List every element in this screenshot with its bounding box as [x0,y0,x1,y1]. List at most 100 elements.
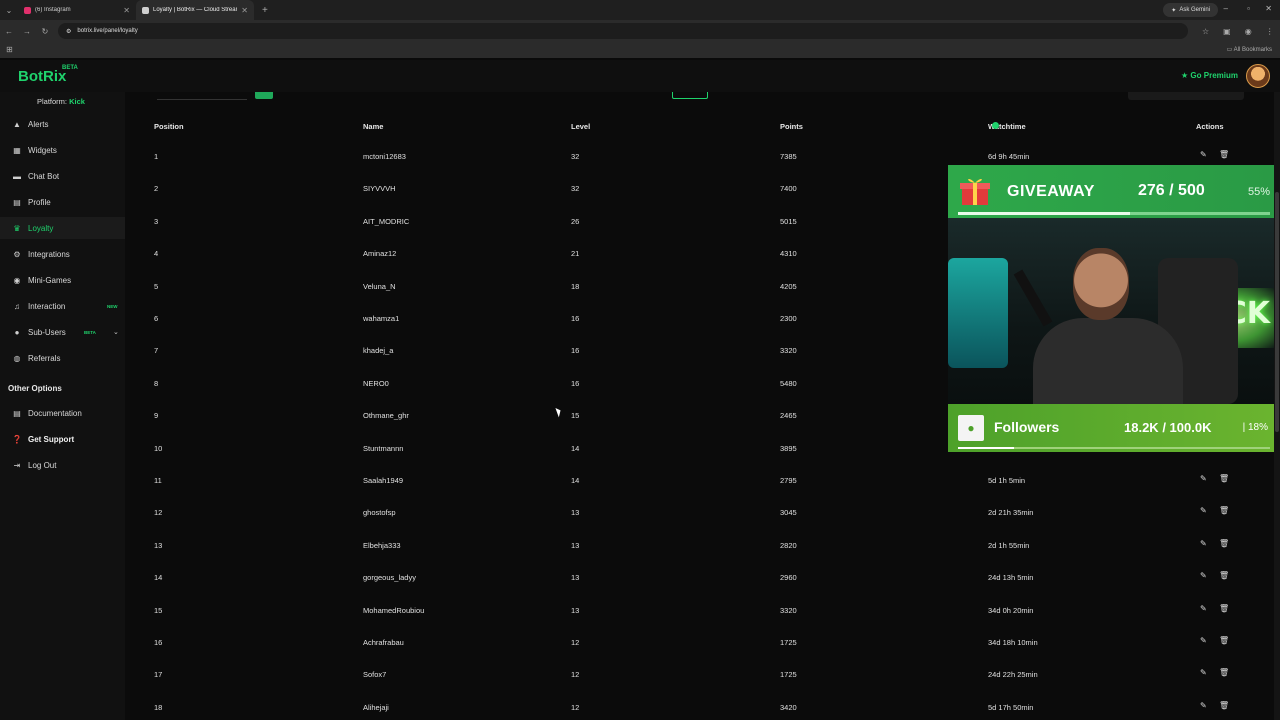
profile-icon[interactable]: ◉ [1245,27,1252,36]
new-tab-icon[interactable]: + [262,5,268,16]
neon-light [948,258,1008,368]
search-button[interactable] [255,92,273,99]
cell-level: 12 [571,638,580,647]
app-header: BotRix BETA ★ Go Premium [0,60,1280,92]
close-tab-icon[interactable]: ✕ [123,6,130,15]
sidebar-item-integrations[interactable]: ⚙ Integrations [0,243,125,265]
sidebar-item-label: Sub-Users [28,327,66,337]
address-bar[interactable]: ⚙ botrix.live/panel/loyalty [58,23,1188,39]
cell-name: Veluna_N [363,281,396,291]
sidebar-item-label: Chat Bot [28,171,60,181]
cell-name: Elbehja333 [363,540,401,550]
delete-icon[interactable]: 🗑 [1219,150,1229,159]
delete-icon[interactable]: 🗑 [1219,701,1229,710]
cell-name: Alihejaji [363,702,389,712]
forward-icon[interactable]: → [18,27,36,36]
edit-icon[interactable]: ✎ [1200,506,1207,515]
instagram-favicon-icon [24,6,31,14]
reload-icon[interactable]: ↻ [36,27,54,36]
cell-points: 5480 [780,378,797,388]
browser-tab-instagram[interactable]: (6) Instagram ✕ [18,0,136,20]
sidebar-item-sub-users[interactable]: ● Sub-Users BETA ⌄ [0,321,125,343]
edit-icon[interactable]: ✎ [1200,571,1207,580]
document-icon: ▤ [13,408,21,418]
table-row: 13 Elbehja333 13 2820 2d 1h 55min ✎ 🗑 [125,529,1280,561]
sidebar-item-chat-bot[interactable]: ▬ Chat Bot [0,165,125,187]
sidebar-item-label: Referrals [28,353,61,363]
browser-tab-loyalty[interactable]: Loyalty | BotRix — Cloud Stream ✕ [136,0,254,20]
cell-position: 3 [154,216,159,226]
giveaway-progress-bar [958,212,1270,215]
menu-icon[interactable]: ⋮ [1266,27,1274,36]
site-info-icon[interactable]: ⚙ [66,28,71,35]
bookmarks-bar: ⊞ ▭ All Bookmarks [0,42,1280,58]
sidebar-item-log-out[interactable]: ⇥ Log Out [0,454,125,476]
cell-points: 7385 [780,152,797,161]
edit-icon[interactable]: ✎ [1200,636,1207,645]
sidebar-item-loyalty[interactable]: ♛ Loyalty [0,217,125,239]
cell-level: 12 [571,670,580,680]
header-name[interactable]: Name [363,122,383,131]
cell-points: 5015 [780,216,797,226]
search-input[interactable] [157,92,247,100]
sidebar-item-get-support[interactable]: ❓ Get Support [0,428,125,450]
cell-position: 4 [154,249,159,259]
followers-title: Followers [994,419,1060,435]
scrollbar-thumb[interactable] [1275,192,1279,432]
configure-button[interactable] [1128,92,1244,100]
all-bookmarks-link[interactable]: ▭ All Bookmarks [1227,46,1272,53]
cell-points: 2820 [780,540,797,550]
edit-icon[interactable]: ✎ [1200,604,1207,613]
delete-icon[interactable]: 🗑 [1219,539,1229,548]
header-points[interactable]: Points [780,122,803,131]
cell-points: 2300 [780,314,797,323]
botrix-logo[interactable]: BotRix BETA [18,65,78,85]
delete-icon[interactable]: 🗑 [1219,636,1229,645]
sidebar-item-interaction[interactable]: ♫ Interaction NEW [0,295,125,317]
back-icon[interactable]: ← [0,27,18,36]
restore-icon[interactable]: ▫ [1247,4,1250,13]
sidebar-item-mini-games[interactable]: ◉ Mini-Games [0,269,125,291]
edit-icon[interactable]: ✎ [1200,474,1207,483]
minimize-icon[interactable]: – [1224,4,1228,13]
grid-icon: ▦ [13,145,21,155]
go-premium-button[interactable]: ★ Go Premium [1181,71,1238,80]
table-row: 17 Sofox7 12 1725 24d 22h 25min ✎ 🗑 [125,658,1280,690]
cell-points: 2465 [780,411,797,421]
close-tab-icon[interactable]: ✕ [241,6,248,15]
sidebar-item-label: Mini-Games [28,275,72,285]
cell-position: 1 [154,152,159,161]
edit-icon[interactable]: ✎ [1200,539,1207,548]
ask-gemini-button[interactable]: ✦ Ask Gemini [1163,3,1218,17]
sidebar-item-documentation[interactable]: ▤ Documentation [0,402,125,424]
bookmark-star-icon[interactable]: ☆ [1202,27,1209,36]
beta-label: BETA [62,65,78,71]
edit-icon[interactable]: ✎ [1200,701,1207,710]
header-level[interactable]: Level [571,122,590,131]
chevron-down-icon[interactable]: ⌄ [113,328,119,336]
apps-icon[interactable]: ⊞ [6,45,13,54]
sidebar-item-referrals[interactable]: ◍ Referrals [0,347,125,369]
header-position[interactable]: Position [154,122,184,131]
edit-icon[interactable]: ✎ [1200,150,1207,159]
sidebar-item-alerts[interactable]: ▲ Alerts [0,113,125,135]
table-row: 12 ghostofsp 13 3045 2d 21h 35min ✎ 🗑 [125,496,1280,528]
delete-icon[interactable]: 🗑 [1219,506,1229,515]
tab-search-icon[interactable]: ⌄ [0,6,18,15]
info-icon[interactable] [992,122,999,129]
close-window-icon[interactable]: ✕ [1265,4,1272,13]
show-count-select[interactable] [670,92,708,99]
giveaway-target: 500 [1178,182,1205,199]
sidebar-item-profile[interactable]: ▤ Profile [0,191,125,213]
sidebar-item-widgets[interactable]: ▦ Widgets [0,139,125,161]
page-scrollbar[interactable] [1274,92,1280,720]
delete-icon[interactable]: 🗑 [1219,474,1229,483]
edit-icon[interactable]: ✎ [1200,668,1207,677]
delete-icon[interactable]: 🗑 [1219,604,1229,613]
delete-icon[interactable]: 🗑 [1219,571,1229,580]
user-avatar[interactable] [1246,64,1270,88]
extensions-icon[interactable]: ▣ [1223,27,1231,36]
sidebar: Platform: Kick ▲ Alerts ▦ Widgets ▬ Chat Bo… [0,92,125,720]
delete-icon[interactable]: 🗑 [1219,668,1229,677]
sidebar-item-label: Integrations [28,249,70,259]
